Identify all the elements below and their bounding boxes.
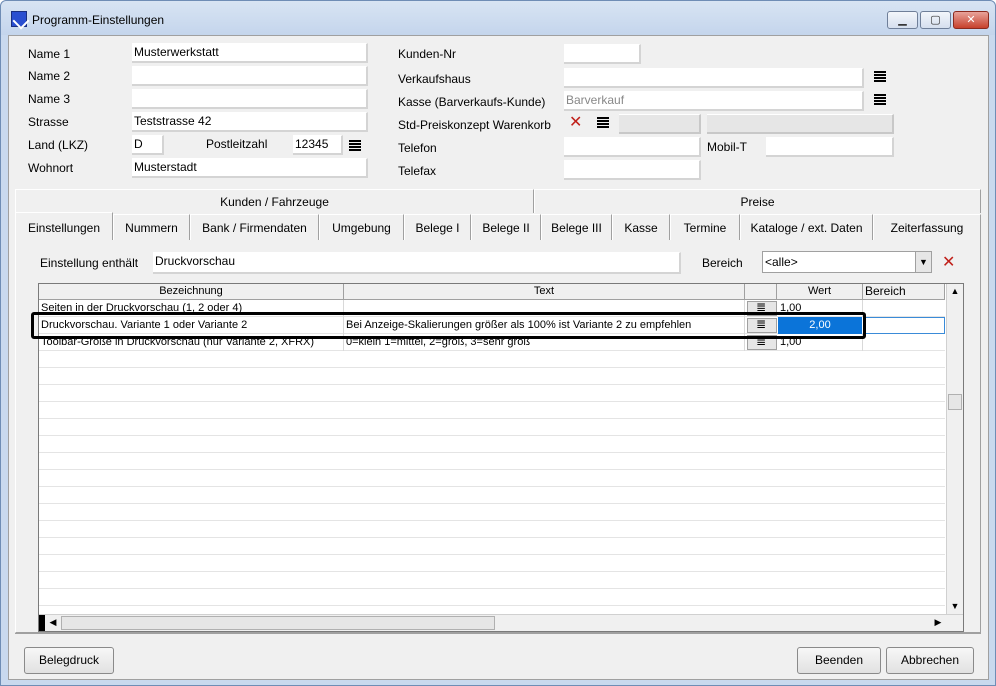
telefon-field[interactable] [564, 137, 701, 157]
tab-belege-3[interactable]: Belege III [541, 214, 612, 240]
title-bar: Programm-Einstellungen ▁ ▢ ✕ [1, 1, 995, 35]
cell-bereich[interactable] [863, 317, 945, 334]
col-header-bereich[interactable]: Bereich [863, 284, 945, 300]
scroll-up-icon[interactable]: ▲ [947, 284, 963, 300]
verkaufshaus-field[interactable] [564, 68, 864, 88]
kasse-label: Kasse (Barverkaufs-Kunde) [398, 95, 546, 109]
col-header-bezeichnung[interactable]: Bezeichnung [39, 284, 344, 300]
close-button[interactable]: ✕ [953, 11, 989, 29]
tab-einstellungen[interactable]: Einstellungen [15, 212, 113, 240]
abbrechen-button[interactable]: Abbrechen [886, 647, 974, 674]
preiskonzept-field-2 [707, 114, 894, 134]
tab-bank-firmendaten[interactable]: Bank / Firmendaten [190, 214, 319, 240]
tab-zeiterfassung[interactable]: Zeiterfassung [873, 214, 981, 240]
cell-text: Bei Anzeige-Skalierungen größer als 100%… [344, 317, 745, 334]
bereich-label: Bereich [702, 256, 743, 270]
country-field[interactable]: D [132, 135, 164, 155]
row-list-button[interactable] [747, 334, 777, 350]
cell-wert[interactable]: 1,00 [778, 334, 863, 351]
kasse-list-icon[interactable] [874, 94, 886, 106]
city-field[interactable]: Musterstadt [132, 158, 368, 178]
chevron-down-icon[interactable]: ▼ [915, 252, 931, 272]
tab-termine[interactable]: Termine [670, 214, 740, 240]
horizontal-scroll-thumb[interactable] [61, 616, 495, 630]
footer-separator [15, 633, 981, 634]
vertical-scroll-thumb[interactable] [948, 394, 962, 410]
name3-label: Name 3 [28, 92, 71, 106]
tab-kasse[interactable]: Kasse [612, 214, 670, 240]
preiskonzept-list-icon[interactable] [597, 117, 609, 129]
scroll-left-icon[interactable]: ◀ [45, 615, 61, 631]
table-row[interactable]: Toolbar-Größe in Druckvorschau (nur Vari… [39, 334, 945, 351]
city-label: Wohnort [28, 161, 74, 175]
cell-wert-selected[interactable]: 2,00 [778, 317, 862, 334]
verkaufshaus-label: Verkaufshaus [398, 72, 471, 86]
zip-list-icon[interactable] [349, 140, 361, 152]
beenden-button[interactable]: Beenden [797, 647, 881, 674]
tab-umgebung[interactable]: Umgebung [319, 214, 404, 240]
tab-belege-1[interactable]: Belege I [404, 214, 471, 240]
window-title: Programm-Einstellungen [32, 13, 165, 27]
belegdruck-button[interactable]: Belegdruck [24, 647, 114, 674]
settings-window: Programm-Einstellungen ▁ ▢ ✕ Name 1 Must… [0, 0, 996, 686]
mobil-field[interactable] [766, 137, 894, 157]
zip-field[interactable]: 12345 [293, 135, 343, 155]
telefon-label: Telefon [398, 141, 437, 155]
filter-input[interactable]: Druckvorschau [153, 252, 681, 274]
kundennr-label: Kunden-Nr [398, 47, 457, 61]
name2-field[interactable] [132, 66, 368, 86]
horizontal-scrollbar[interactable]: ◀ ▶ [39, 614, 963, 631]
tab-kunden-fahrzeuge[interactable]: Kunden / Fahrzeuge [15, 189, 534, 213]
street-label: Strasse [28, 115, 69, 129]
empty-rows [39, 351, 945, 617]
minimize-button[interactable]: ▁ [887, 11, 918, 29]
cell-bezeichnung: Druckvorschau. Variante 1 oder Variante … [39, 317, 344, 334]
col-header-blank [745, 284, 777, 300]
telefax-label: Telefax [398, 164, 437, 178]
clear-preiskonzept-icon[interactable]: ✕ [569, 115, 583, 131]
mobil-label: Mobil-T [707, 140, 748, 154]
scroll-right-icon[interactable]: ▶ [930, 615, 946, 631]
row-list-button[interactable] [747, 317, 777, 333]
preiskonzept-field-1 [619, 114, 701, 134]
tab-preise[interactable]: Preise [534, 189, 981, 213]
clear-filter-icon[interactable]: ✕ [942, 255, 956, 271]
cell-text [344, 300, 745, 317]
tab-kataloge[interactable]: Kataloge / ext. Daten [740, 214, 873, 240]
bereich-dropdown[interactable]: <alle> ▼ [762, 251, 932, 273]
zip-label: Postleitzahl [206, 137, 268, 151]
scroll-down-icon[interactable]: ▼ [947, 599, 963, 615]
country-label: Land (LKZ) [28, 138, 89, 152]
cell-bezeichnung: Toolbar-Größe in Druckvorschau (nur Vari… [39, 334, 344, 351]
name1-label: Name 1 [28, 47, 71, 61]
vertical-scrollbar[interactable]: ▲ ▼ [946, 284, 963, 615]
col-header-wert[interactable]: Wert [777, 284, 863, 300]
tab-belege-2[interactable]: Belege II [471, 214, 541, 240]
name3-field[interactable] [132, 89, 368, 109]
verkaufshaus-list-icon[interactable] [874, 71, 886, 83]
preiskonzept-label: Std-Preiskonzept Warenkorb [398, 118, 551, 132]
kundennr-field[interactable] [564, 44, 641, 64]
settings-grid: Bezeichnung Text Wert Bereich Seiten in … [38, 283, 964, 632]
telefax-field[interactable] [564, 160, 701, 180]
cell-wert[interactable]: 1,00 [778, 300, 863, 317]
table-row-selected[interactable]: Druckvorschau. Variante 1 oder Variante … [39, 317, 945, 334]
name1-field[interactable]: Musterwerkstatt [132, 43, 368, 63]
cell-bezeichnung: Seiten in der Druckvorschau (1, 2 oder 4… [39, 300, 344, 317]
street-field[interactable]: Teststrasse 42 [132, 112, 368, 132]
cell-text: 0=klein 1=mittel, 2=groß, 3=sehr groß [344, 334, 745, 351]
table-row[interactable]: Seiten in der Druckvorschau (1, 2 oder 4… [39, 300, 945, 317]
col-header-text[interactable]: Text [344, 284, 745, 300]
app-tools-icon [11, 11, 27, 27]
name2-label: Name 2 [28, 69, 71, 83]
kasse-field[interactable]: Barverkauf [564, 91, 864, 111]
settings-tabs: Einstellungen Nummern Bank / Firmendaten… [15, 212, 981, 240]
row-list-button[interactable] [747, 300, 777, 316]
tab-nummern[interactable]: Nummern [113, 214, 190, 240]
maximize-button[interactable]: ▢ [920, 11, 951, 29]
bereich-value: <alle> [765, 255, 798, 269]
filter-label: Einstellung enthält [40, 256, 139, 270]
